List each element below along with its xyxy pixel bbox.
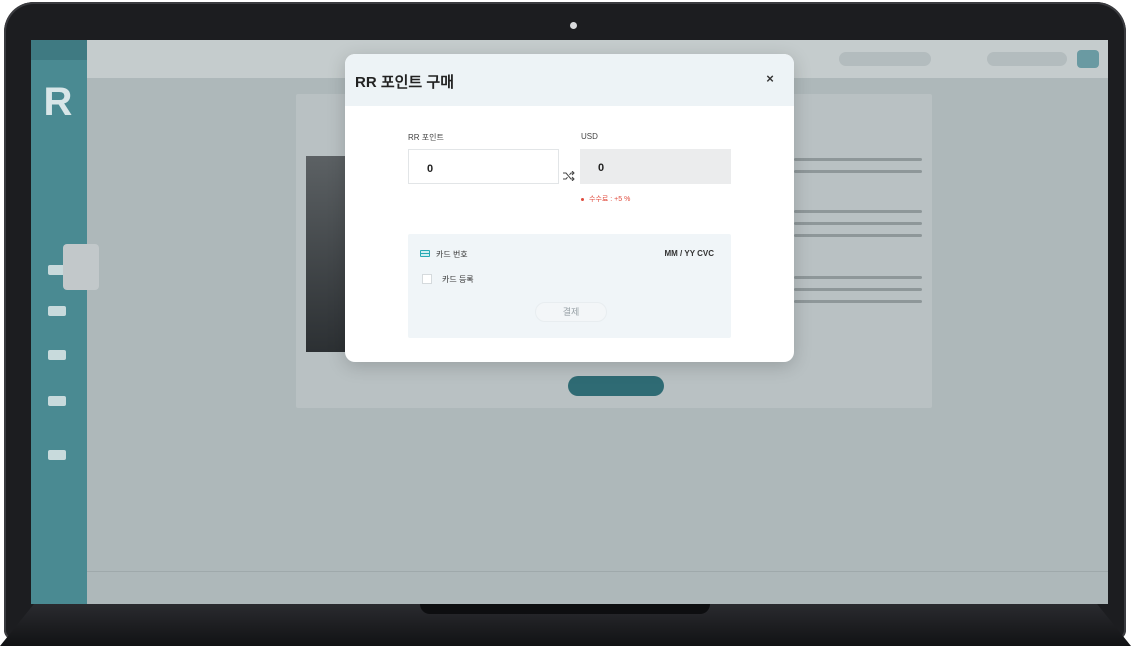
top-badge — [987, 52, 1067, 66]
sidebar-top-bar — [31, 40, 87, 60]
usd-label: USD — [581, 132, 598, 141]
sidebar-item-icon — [48, 396, 66, 406]
shuffle-icon — [563, 168, 575, 182]
pay-button[interactable]: 결제 — [535, 302, 607, 322]
top-badge — [839, 52, 931, 66]
text-line — [794, 170, 922, 173]
sidebar-item-active — [63, 244, 99, 290]
rr-point-input[interactable]: 0 — [408, 149, 559, 184]
close-icon[interactable]: × — [764, 72, 776, 86]
fee-text: 수수료 : +5 % — [589, 196, 631, 203]
logo-icon: R — [43, 80, 73, 124]
app-sidebar: R — [31, 40, 87, 604]
text-line — [794, 234, 922, 237]
rr-point-label: RR 포인트 — [408, 133, 444, 142]
register-card-label: 카드 등록 — [442, 275, 474, 284]
expiry-cvc-field[interactable]: MM / YY CVC — [665, 249, 715, 258]
modal-header: RR 포인트 구매 × — [345, 54, 794, 106]
laptop-base-notch — [420, 604, 710, 614]
camera-icon — [570, 22, 577, 29]
text-line — [794, 222, 922, 225]
usd-value-field: 0 — [580, 149, 731, 184]
divider — [87, 571, 1108, 572]
sidebar-item-icon — [48, 350, 66, 360]
register-card-checkbox[interactable] — [422, 274, 432, 284]
text-line — [794, 158, 922, 161]
avatar — [1077, 50, 1099, 68]
rr-point-purchase-modal: RR 포인트 구매 × RR 포인트 USD 0 0 수수료 : +5 % 카드… — [345, 54, 794, 362]
text-line — [794, 288, 922, 291]
text-line — [794, 300, 922, 303]
text-line — [794, 210, 922, 213]
credit-card-icon — [420, 250, 430, 257]
sidebar-item-icon — [48, 306, 66, 316]
bullet-icon — [581, 197, 584, 201]
text-line — [794, 276, 922, 279]
video-thumbnail — [306, 156, 346, 352]
card-number-field[interactable]: 카드 번호 — [436, 249, 468, 260]
sidebar-item-icon — [48, 450, 66, 460]
card-payment-box: 카드 번호 MM / YY CVC 카드 등록 결제 — [408, 234, 731, 338]
background-pill-button — [568, 376, 664, 396]
fee-notice: 수수료 : +5 % — [581, 194, 630, 204]
modal-title: RR 포인트 구매 — [355, 74, 455, 91]
